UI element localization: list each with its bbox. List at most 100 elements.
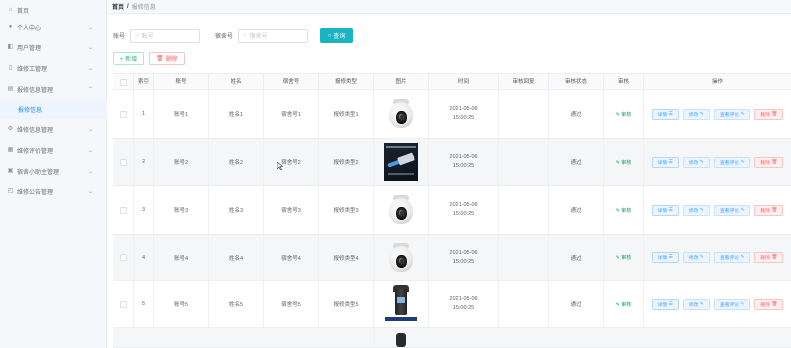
- audit-link[interactable]: ✎ 审核: [616, 159, 632, 166]
- sidebar-item-users[interactable]: ◧ 用户管理 ⌄: [0, 37, 107, 57]
- sidebar-item-evaluation-mgmt[interactable]: ▦ 维修评价管理 ⌄: [0, 140, 107, 160]
- header-name: 姓名: [208, 74, 263, 91]
- camera-image: [391, 331, 411, 348]
- edit-icon: ✎: [699, 255, 704, 260]
- wrench-icon: ▯: [8, 64, 13, 71]
- notice-icon: ◰: [7, 187, 14, 194]
- sidebar-item-notice[interactable]: ◰ 维修公告管理 ⌄: [0, 181, 107, 201]
- batch-delete-button[interactable]: 🗑 删除: [149, 52, 185, 65]
- cell-index: 1: [133, 90, 153, 138]
- view-comments-button[interactable]: 查看评论 ✎: [713, 204, 751, 216]
- table-row: 4 账号4 姓名4 宿舍号4 报修类型4 2021-05-06 15:00:25…: [113, 235, 791, 281]
- audit-link[interactable]: ✎ 审核: [616, 111, 632, 118]
- cell-account: 账号2: [153, 139, 208, 185]
- chevron-down-icon: ⌄: [86, 148, 95, 154]
- detail-button[interactable]: 详情 ☰: [651, 156, 679, 168]
- header-dorm: 宿舍号: [263, 74, 318, 91]
- edit-icon: ✎: [740, 207, 745, 213]
- sidebar-item-repair-info-mgmt[interactable]: ▤ 报修信息管理 ⌃: [0, 79, 107, 99]
- cell-image: [373, 281, 428, 327]
- cell-status: 通过: [548, 281, 603, 327]
- sidebar-item-label: 维修工管理: [17, 66, 48, 73]
- detail-button[interactable]: 详情 ☰: [651, 108, 679, 120]
- action-bar: + 新增 🗑 删除: [113, 52, 185, 65]
- cell-status: 通过: [548, 186, 603, 234]
- sidebar-item-label: 首页: [17, 8, 30, 15]
- trash-icon: 🗑: [771, 255, 778, 260]
- view-comments-button[interactable]: 查看评论 ✎: [713, 108, 751, 120]
- select-all-checkbox[interactable]: [119, 79, 127, 86]
- search-button-label: 查询: [333, 34, 346, 40]
- delete-button[interactable]: 删除 🗑: [754, 204, 784, 216]
- row-checkbox[interactable]: [119, 206, 127, 214]
- row-select: [113, 139, 133, 185]
- audit-link[interactable]: ✎ 审核: [616, 301, 632, 308]
- audit-link[interactable]: ✎ 审核: [616, 254, 632, 261]
- detail-button-label: 详情: [657, 112, 668, 118]
- sidebar-item-label: 用户管理: [17, 45, 42, 52]
- mouse-cursor-icon: [277, 162, 283, 170]
- sidebar-item-profile[interactable]: ● 个人中心 ⌄: [0, 17, 107, 37]
- delete-button[interactable]: 删除 🗑: [754, 298, 784, 310]
- cell-name: 姓名2: [208, 139, 263, 185]
- dorm-search-input[interactable]: ○ 宿舍号: [238, 28, 309, 43]
- edit-button[interactable]: 修改 ✎: [682, 298, 710, 310]
- cell-type: 报修类型2: [318, 139, 373, 185]
- breadcrumb-home[interactable]: 首页: [112, 2, 124, 11]
- search-button[interactable]: ○ 查询: [320, 28, 354, 43]
- view-comments-button[interactable]: 查看评论 ✎: [713, 156, 751, 168]
- detail-button-label: 详情: [657, 160, 668, 166]
- tools-icon: ⚙: [7, 125, 14, 132]
- edit-button[interactable]: 修改 ✎: [682, 156, 710, 168]
- cell-audit: ✎ 审核: [603, 139, 643, 185]
- row-checkbox[interactable]: [119, 158, 127, 166]
- edit-button[interactable]: 修改 ✎: [682, 108, 710, 120]
- cell-reply: [498, 139, 548, 185]
- detail-button[interactable]: 详情 ☰: [651, 298, 679, 310]
- cell-operations: 详情 ☰ 修改 ✎ 查看评论 ✎ 删除 🗑: [643, 90, 791, 138]
- sidebar-item-dorm-helper[interactable]: ▣ 宿舍小助主管理 ⌄: [0, 161, 107, 181]
- list-icon: ☰: [668, 301, 673, 307]
- list-icon: ☰: [668, 159, 673, 165]
- edit-button-label: 修改: [688, 302, 699, 308]
- header-type: 报修类型: [318, 74, 373, 91]
- camera-image: [384, 191, 418, 229]
- cell-type: 报修类型5: [318, 281, 373, 327]
- row-checkbox[interactable]: [119, 300, 127, 308]
- cell-operations: 详情 ☰ 修改 ✎ 查看评论 ✎ 删除 🗑: [643, 281, 791, 327]
- edit-button[interactable]: 修改 ✎: [682, 252, 710, 263]
- delete-button[interactable]: 删除 🗑: [754, 252, 784, 263]
- row-checkbox[interactable]: [119, 254, 127, 261]
- trash-icon: 🗑: [771, 207, 778, 213]
- account-search-input[interactable]: ○ 账号: [130, 28, 201, 43]
- edit-button-label: 修改: [688, 256, 699, 261]
- edit-icon: ✎: [699, 111, 704, 117]
- sidebar-item-maintenance-mgmt[interactable]: ⚙ 维修信息管理 ⌄: [0, 119, 107, 139]
- sidebar-item-repair-info[interactable]: 报修信息: [0, 99, 107, 119]
- row-checkbox[interactable]: [119, 110, 127, 118]
- cell-index: 3: [133, 186, 153, 234]
- view-comments-label: 查看评论: [719, 256, 740, 261]
- edit-button-label: 修改: [688, 208, 699, 214]
- sidebar-item-label: 宿舍小助主管理: [17, 169, 60, 176]
- delete-button[interactable]: 删除 🗑: [754, 108, 784, 120]
- delete-button-label: 删除: [760, 208, 770, 214]
- delete-button-label: 删除: [760, 302, 770, 308]
- view-comments-label: 查看评论: [719, 112, 740, 118]
- detail-button[interactable]: 详情 ☰: [651, 204, 679, 216]
- header-time: 时间: [428, 74, 498, 91]
- audit-link[interactable]: ✎ 审核: [616, 207, 632, 214]
- cell-reply: [498, 186, 548, 234]
- edit-button[interactable]: 修改 ✎: [682, 204, 710, 216]
- account-placeholder: 账号: [141, 34, 154, 40]
- cell-index: 5: [133, 281, 153, 327]
- delete-button[interactable]: 删除 🗑: [754, 156, 784, 168]
- view-comments-button[interactable]: 查看评论 ✎: [713, 252, 751, 263]
- sidebar-item-workers[interactable]: ▯ 维修工管理 ⌄: [0, 58, 107, 78]
- add-button[interactable]: + 新增: [113, 52, 145, 65]
- detail-button[interactable]: 详情 ☰: [651, 252, 679, 263]
- cell-name: 姓名1: [208, 90, 263, 138]
- chevron-down-icon: ⌄: [86, 25, 95, 31]
- view-comments-button[interactable]: 查看评论 ✎: [713, 298, 751, 310]
- trash-icon: 🗑: [771, 159, 778, 165]
